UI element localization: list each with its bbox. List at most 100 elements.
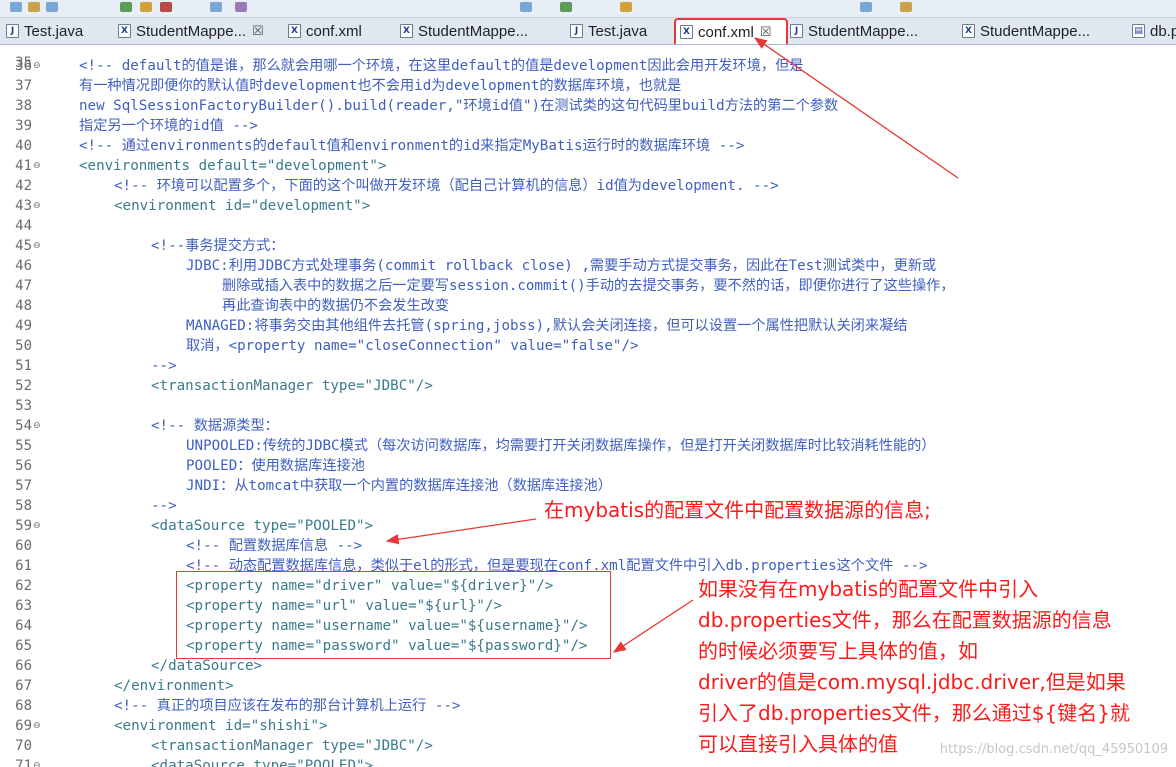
toolbar-icon[interactable] — [860, 2, 872, 12]
line-number: 60 — [15, 538, 32, 554]
tab-student-mapper[interactable]: X StudentMappe... — [396, 20, 550, 42]
toolbar-icon[interactable] — [28, 2, 40, 12]
tab-conf-xml[interactable]: X conf.xml — [284, 20, 388, 42]
code-line: 35 — [0, 45, 34, 71]
fold-icon[interactable]: ⊖ — [33, 156, 41, 176]
code-text: UNPOOLED:传统的JDBC模式（每次访问数据库，均需要打开关闭数据库操作，… — [186, 438, 936, 454]
fold-icon[interactable]: ⊖ — [33, 236, 41, 256]
fold-icon[interactable]: ⊖ — [33, 516, 41, 536]
fold-icon[interactable]: ⊖ — [33, 56, 41, 76]
line-number: 59 — [15, 518, 32, 534]
line-number: 47 — [15, 278, 32, 294]
toolbar-icon[interactable] — [210, 2, 222, 12]
tab-label: StudentMappe... — [980, 22, 1091, 40]
code-text: <environments default="development"> — [79, 158, 387, 174]
close-icon[interactable]: ☒ — [760, 24, 772, 40]
line-number: 37 — [15, 78, 32, 94]
toolbar-icon[interactable] — [46, 2, 58, 12]
close-icon[interactable]: ☒ — [252, 23, 264, 39]
line-number: 68 — [15, 698, 32, 714]
toolbar-icon[interactable] — [620, 2, 632, 12]
fold-icon[interactable]: ⊖ — [33, 416, 41, 436]
annotation-line: driver的值是com.mysql.jdbc.driver,但是如果 — [698, 670, 1126, 694]
annotation-line: db.properties文件，那么在配置数据源的信息 — [698, 608, 1112, 632]
code-text: --> — [151, 498, 177, 514]
tab-label: db.p — [1150, 22, 1176, 40]
tab-label: StudentMappe... — [136, 22, 247, 40]
tab-db-properties[interactable]: ▤ db.p — [1128, 20, 1176, 42]
tab-label: Test.java — [588, 22, 648, 40]
toolbar-icon[interactable] — [900, 2, 912, 12]
code-text: </dataSource> — [151, 658, 263, 674]
line-number: 57 — [15, 478, 32, 494]
line-number: 46 — [15, 258, 32, 274]
code-text: <!-- 数据源类型： — [151, 418, 279, 434]
java-file-icon: J — [790, 24, 803, 38]
code-text: </environment> — [114, 678, 234, 694]
tab-label: StudentMappe... — [418, 22, 529, 40]
fold-icon[interactable]: ⊖ — [33, 756, 41, 767]
annotation-bottom: 如果没有在mybatis的配置文件中引入 db.properties文件，那么在… — [698, 574, 1172, 760]
toolbar-icon[interactable] — [160, 2, 172, 12]
line-number: 45 — [15, 238, 32, 254]
line-number: 53 — [15, 398, 32, 414]
line-number: 39 — [15, 118, 32, 134]
code-text: <transactionManager type="JDBC"/> — [151, 738, 433, 754]
toolbar-icon[interactable] — [560, 2, 572, 12]
tab-label: StudentMappe... — [808, 22, 919, 40]
xml-file-icon: X — [962, 24, 975, 38]
toolbar-icon[interactable] — [520, 2, 532, 12]
line-number: 49 — [15, 318, 32, 334]
line-number: 51 — [15, 358, 32, 374]
line-number: 71 — [15, 758, 32, 767]
code-text: 取消，<property name="closeConnection" valu… — [186, 338, 639, 354]
tab-label: Test.java — [24, 22, 84, 40]
toolbar-icon[interactable] — [235, 2, 247, 12]
code-text: <!-- 环境可以配置多个，下面的这个叫做开发环境（配自己计算机的信息）id值为… — [114, 178, 779, 194]
code-text: <environment id="shishi"> — [114, 718, 328, 734]
toolbar-icon[interactable] — [120, 2, 132, 12]
toolbar-icon[interactable] — [140, 2, 152, 12]
annotation-top: 在mybatis的配置文件中配置数据源的信息; — [544, 498, 931, 522]
code-text: <!--事务提交方式： — [151, 238, 285, 254]
line-number: 62 — [15, 578, 32, 594]
code-text: <!-- 配置数据库信息 --> — [186, 538, 363, 554]
code-text: 删除或插入表中的数据之后一定要写session.commit()手动的去提交事务… — [222, 278, 955, 294]
tab-student-mapper[interactable]: X StudentMappe... — [958, 20, 1122, 42]
code-text: <dataSource type="POOLED"> — [151, 758, 374, 767]
toolbar-icon[interactable] — [10, 2, 22, 12]
line-number: 41 — [15, 158, 32, 174]
code-text: 有一种情况即便你的默认值时development也不会用id为developme… — [79, 78, 682, 94]
annotation-line: 引入了db.properties文件，那么通过${键名}就 — [698, 701, 1130, 725]
tab-student-mapper[interactable]: X StudentMappe... ☒ — [114, 20, 282, 42]
line-number: 40 — [15, 138, 32, 154]
toolbar — [0, 0, 1176, 18]
tab-label: conf.xml — [306, 22, 362, 40]
code-text: <dataSource type="POOLED"> — [151, 518, 374, 534]
line-number: 66 — [15, 658, 32, 674]
tab-test-java[interactable]: J Test.java — [2, 20, 106, 42]
code-text: <environment id="development"> — [114, 198, 371, 214]
line-number: 65 — [15, 638, 32, 654]
code-text: JDBC:利用JDBC方式处理事务(commit rollback close)… — [186, 258, 937, 274]
properties-file-icon: ▤ — [1132, 24, 1145, 38]
highlight-box — [176, 571, 611, 659]
line-number: 44 — [15, 218, 32, 234]
code-text: POOLED：使用数据库连接池 — [186, 458, 365, 474]
line-number: 36 — [15, 58, 32, 74]
xml-file-icon: X — [118, 24, 131, 38]
java-file-icon: J — [6, 24, 19, 38]
code-text: new SqlSessionFactoryBuilder().build(rea… — [79, 98, 839, 114]
line-number: 69 — [15, 718, 32, 734]
tab-student-mapper[interactable]: J StudentMappe... — [786, 20, 950, 42]
line-number: 54 — [15, 418, 32, 434]
line-number: 70 — [15, 738, 32, 754]
fold-icon[interactable]: ⊖ — [33, 196, 41, 216]
line-number: 42 — [15, 178, 32, 194]
code-text: MANAGED:将事务交由其他组件去托管(spring,jobss),默认会关闭… — [186, 318, 908, 334]
fold-icon[interactable]: ⊖ — [33, 716, 41, 736]
tab-label: conf.xml — [698, 23, 754, 41]
tab-test-java[interactable]: J Test.java — [566, 20, 670, 42]
tab-conf-xml-active[interactable]: X conf.xml ☒ — [674, 18, 788, 44]
code-text: 再此查询表中的数据仍不会发生改变 — [222, 298, 450, 314]
